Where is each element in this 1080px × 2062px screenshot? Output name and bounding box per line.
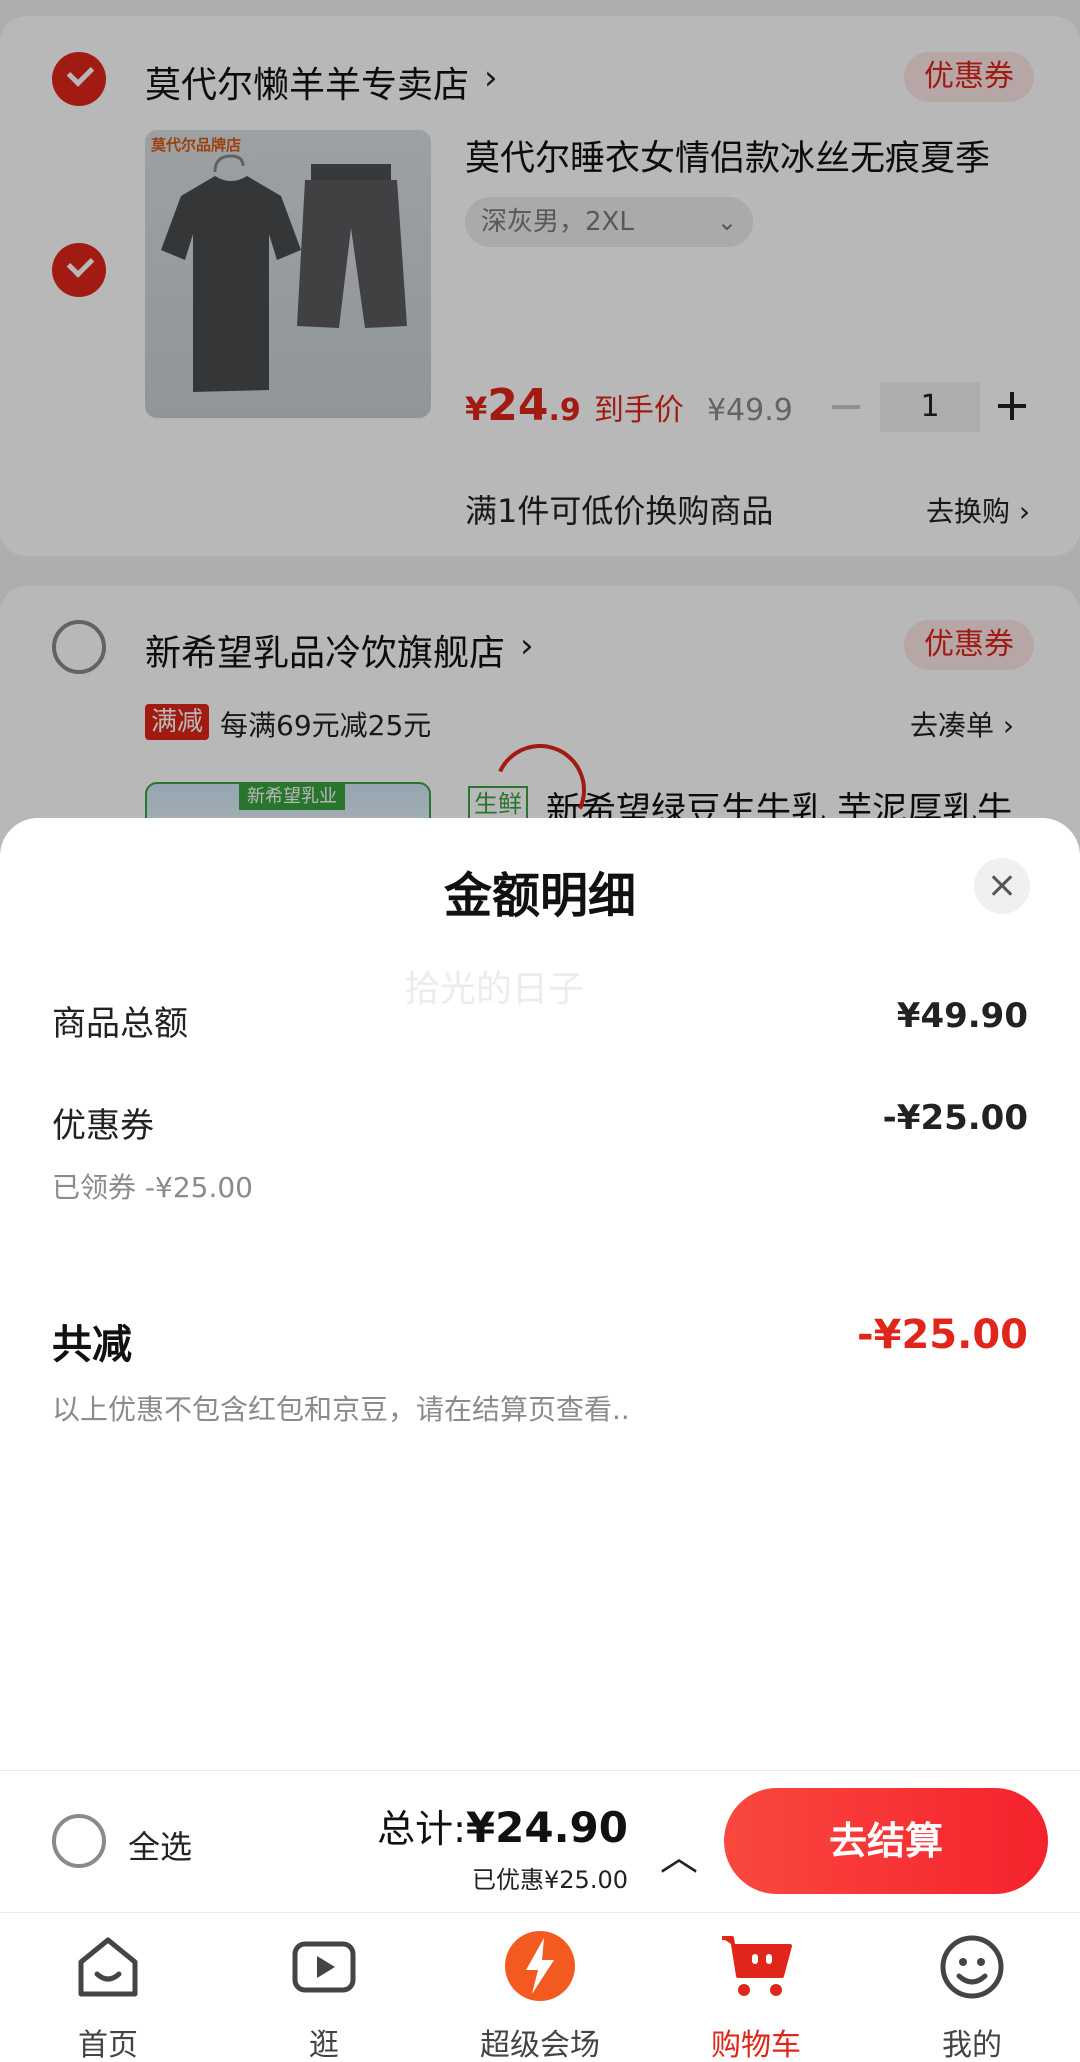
- total-reduction-label: 共减: [52, 1322, 132, 1368]
- tab-super-venue[interactable]: 超级会场: [432, 1912, 648, 2062]
- total-reduction-value: -¥25.00: [857, 1312, 1028, 1358]
- tab-label: 购物车: [711, 2028, 801, 2062]
- watermark: 拾光的日子: [404, 969, 585, 1010]
- tab-label: 逛: [309, 2028, 339, 2062]
- discount-summary: 已优惠¥25.00: [472, 1866, 628, 1894]
- cart-icon: [722, 1936, 792, 1996]
- chevron-up-icon[interactable]: ︿: [660, 1826, 698, 1881]
- select-all-label[interactable]: 全选: [128, 1822, 192, 1868]
- profile-icon: [940, 1935, 1004, 1999]
- tab-cart[interactable]: 购物车: [648, 1912, 864, 2062]
- tab-label: 我的: [942, 2028, 1002, 2062]
- coupon-value: -¥25.00: [882, 1098, 1028, 1138]
- select-all-checkbox[interactable]: [52, 1814, 106, 1868]
- tab-profile[interactable]: 我的: [864, 1912, 1080, 2062]
- tab-label: 超级会场: [480, 2028, 600, 2062]
- tab-label: 首页: [78, 2028, 138, 2062]
- checkout-button[interactable]: 去结算: [724, 1788, 1048, 1894]
- home-icon: [78, 1937, 138, 1997]
- total-summary[interactable]: 总计:¥24.90: [377, 1798, 628, 1853]
- total-value: ¥24.90: [465, 1803, 628, 1852]
- super-venue-icon: [505, 1931, 575, 2001]
- tab-home[interactable]: 首页: [0, 1912, 216, 2062]
- sheet-title: 金额明细: [443, 868, 636, 924]
- goods-total-value: ¥49.90: [896, 996, 1028, 1036]
- close-icon[interactable]: [974, 858, 1030, 914]
- coupon-label: 优惠券: [52, 1106, 154, 1146]
- coupon-claimed-text: 已领券 -¥25.00: [52, 1171, 253, 1204]
- tab-explore[interactable]: 逛: [216, 1912, 432, 2062]
- goods-total-label: 商品总额: [52, 1004, 188, 1044]
- discount-note: 以上优惠不包含红包和京豆，请在结算页查看..: [52, 1393, 630, 1426]
- video-icon: [292, 1941, 356, 1993]
- total-label: 总计:: [377, 1807, 466, 1851]
